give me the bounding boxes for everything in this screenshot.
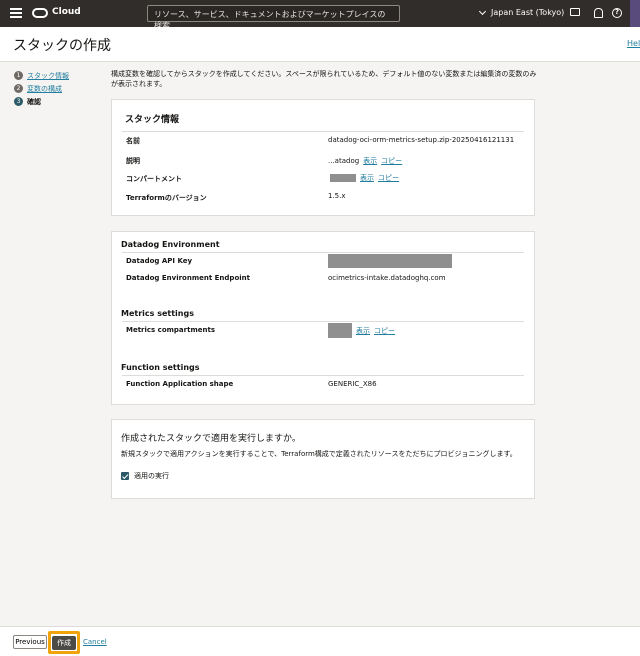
section-title: Function settings [121, 363, 200, 372]
divider [122, 131, 524, 132]
api-key-value [328, 254, 452, 268]
apply-description: 新規スタックで適用アクションを実行することで、Terraform構成で定義された… [121, 450, 517, 458]
help-link[interactable]: Help [627, 39, 640, 48]
top-bar: Cloud リソース、サービス、ドキュメントおよびマーケットプレイスの検索 Ja… [0, 0, 640, 30]
terraform-version-label: Terraformのバージョン [126, 194, 207, 202]
show-link[interactable]: 表示 [356, 327, 370, 335]
metrics-compartments-value: 表示 コピー [328, 323, 395, 338]
cancel-link[interactable]: Cancel [83, 638, 107, 646]
step-label[interactable]: 変数の構成 [27, 84, 62, 94]
card-title: スタック情報 [125, 115, 180, 125]
page-title: スタックの作成 [13, 38, 111, 54]
region-selector[interactable]: Japan East (Tokyo) [478, 7, 565, 17]
apply-card: 作成されたスタックで適用を実行しますか。 新規スタックで適用アクションを実行する… [111, 419, 535, 499]
step-stack-info[interactable]: 1 スタック情報 [14, 69, 69, 82]
redacted-value [330, 174, 356, 182]
profile-avatar[interactable] [630, 0, 640, 27]
run-apply-checkbox[interactable] [121, 472, 129, 480]
function-shape-value: GENERIC_X86 [328, 380, 377, 388]
endpoint-label: Datadog Environment Endpoint [126, 274, 250, 282]
description-value: ...atadog 表示 コピー [328, 156, 402, 166]
page-header: スタックの作成 Help [0, 27, 640, 62]
divider [122, 375, 524, 376]
compartment-label: コンパートメント [126, 175, 182, 183]
copy-link[interactable]: コピー [381, 157, 402, 165]
section-title: Datadog Environment [121, 240, 220, 249]
previous-button[interactable]: Previous [13, 635, 47, 649]
search-input[interactable]: リソース、サービス、ドキュメントおよびマーケットプレイスの検索 [147, 5, 400, 30]
monitor-icon[interactable] [570, 8, 580, 16]
step-label: 確認 [27, 97, 41, 106]
bell-icon[interactable] [593, 8, 603, 18]
variables-card: Datadog Environment Datadog API Key Data… [111, 231, 535, 405]
divider [122, 252, 524, 253]
oracle-logo[interactable] [32, 8, 48, 18]
api-key-label: Datadog API Key [126, 257, 193, 265]
stack-info-card: スタック情報 名前 datadog-oci-orm-metrics-setup.… [111, 99, 535, 216]
create-button-highlight: 作成 [48, 631, 80, 654]
show-link[interactable]: 表示 [360, 174, 374, 182]
intro-text: 構成変数を確認してからスタックを作成してください。スペースが限られているため、デ… [111, 70, 537, 88]
description-text: ...atadog [328, 157, 360, 165]
step-label[interactable]: スタック情報 [27, 71, 69, 81]
name-label: 名前 [126, 137, 140, 145]
brand-label: Cloud [52, 7, 81, 17]
copy-link[interactable]: コピー [378, 174, 399, 182]
help-icon[interactable]: ? [612, 8, 622, 18]
apply-question: 作成されたスタックで適用を実行しますか。 [121, 434, 301, 444]
show-link[interactable]: 表示 [363, 157, 377, 165]
run-apply-label: 適用の実行 [134, 472, 169, 480]
step-review: 3 確認 [14, 95, 69, 108]
chevron-down-icon [478, 7, 487, 15]
endpoint-value: ocimetrics-intake.datadoghq.com [328, 274, 446, 282]
function-shape-label: Function Application shape [126, 380, 234, 388]
step-number: 1 [14, 71, 23, 80]
description-label: 説明 [126, 157, 140, 165]
name-value: datadog-oci-orm-metrics-setup.zip-202504… [328, 136, 515, 144]
section-title: Metrics settings [121, 309, 194, 318]
redacted-value [328, 323, 352, 338]
step-number: 3 [14, 97, 23, 106]
compartment-value: 表示 コピー [328, 173, 399, 183]
region-label: Japan East (Tokyo) [491, 8, 565, 17]
redacted-value [328, 254, 452, 268]
step-number: 2 [14, 84, 23, 93]
copy-link[interactable]: コピー [374, 327, 395, 335]
wizard-steps: 1 スタック情報 2 変数の構成 3 確認 [14, 69, 69, 108]
metrics-compartments-label: Metrics compartments [126, 326, 215, 334]
terraform-version-value: 1.5.x [328, 192, 346, 200]
run-apply-option[interactable]: 適用の実行 [121, 471, 169, 481]
step-configure-variables[interactable]: 2 変数の構成 [14, 82, 69, 95]
create-button[interactable]: 作成 [52, 635, 76, 650]
menu-icon[interactable] [10, 8, 22, 18]
divider [122, 321, 524, 322]
footer-bar: Previous 作成 Cancel [0, 626, 640, 656]
